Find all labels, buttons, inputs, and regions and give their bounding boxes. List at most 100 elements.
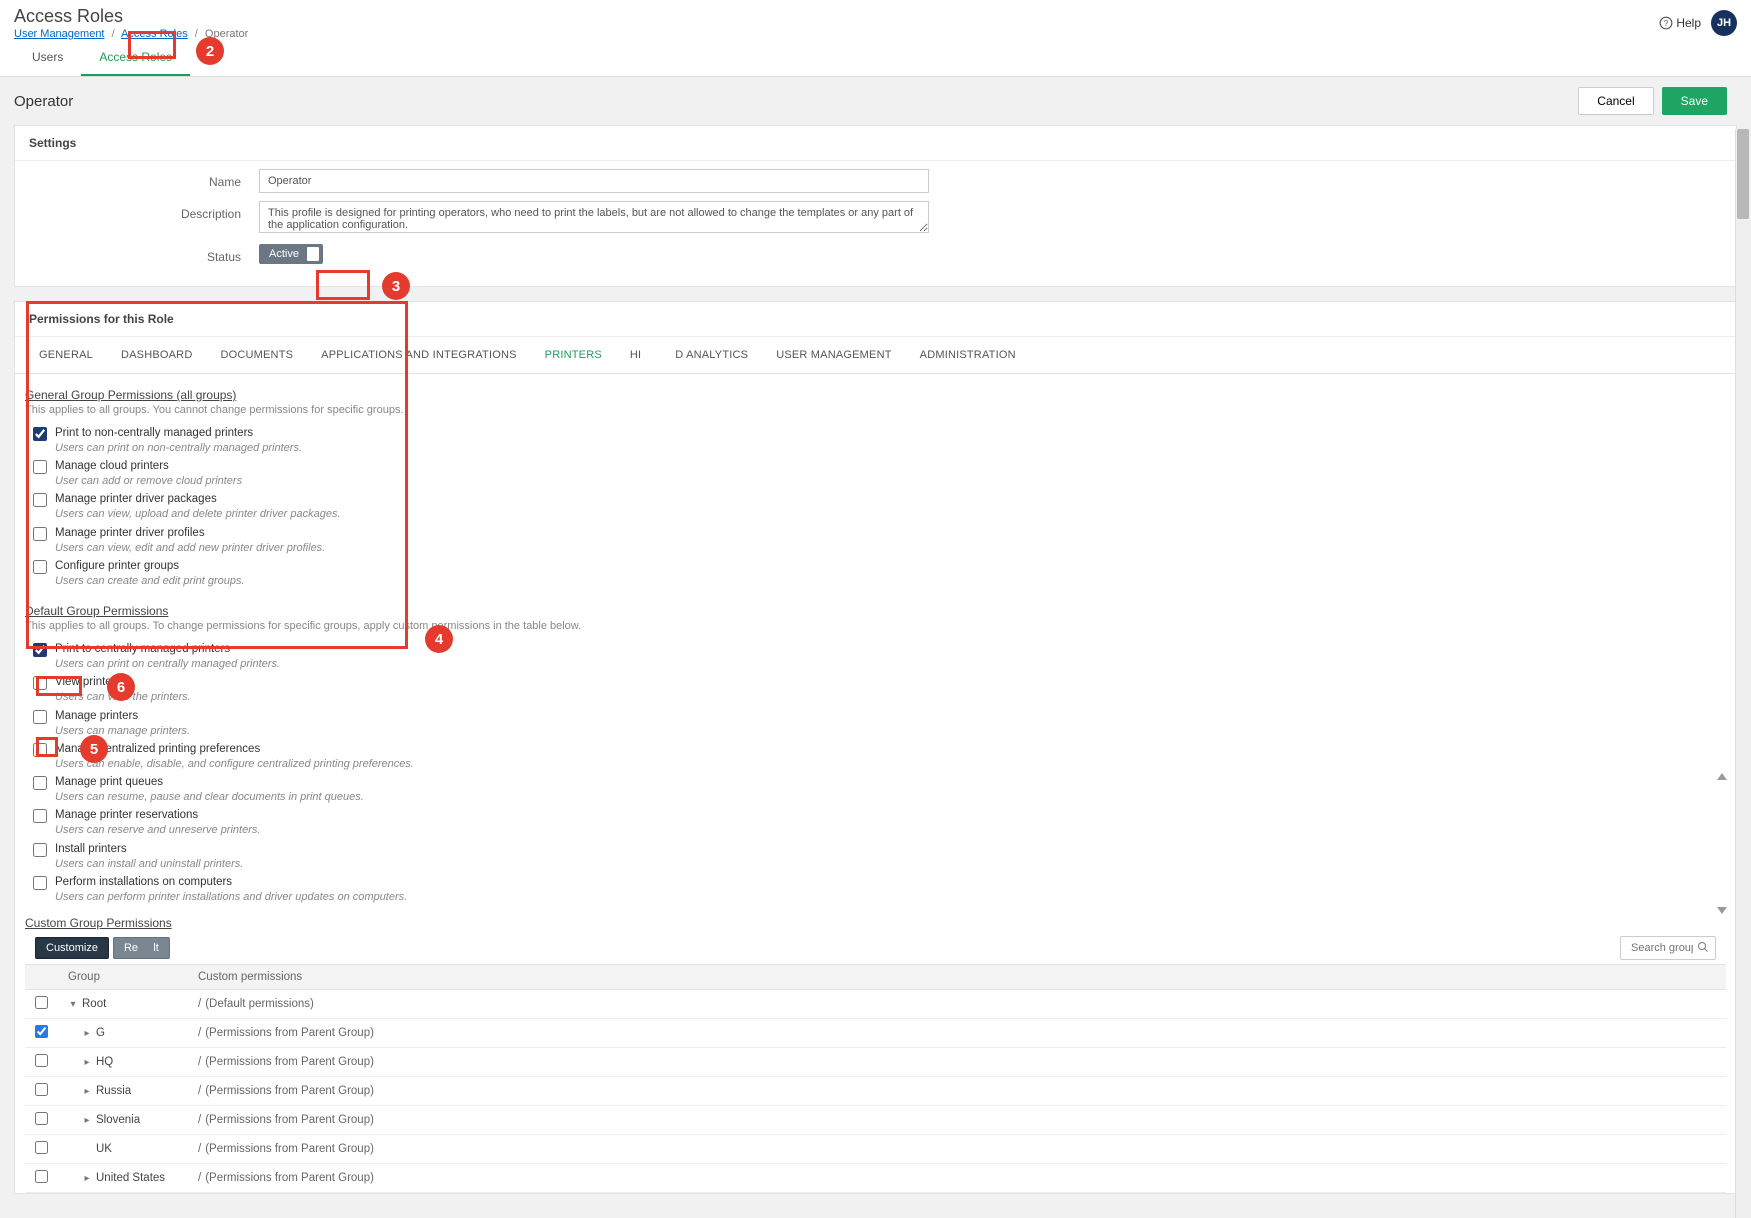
tree-toggle-icon[interactable]: ▾	[68, 999, 78, 1010]
cgp-title: Custom Group Permissions	[25, 916, 172, 930]
dgp-item: Perform installations on computersUsers …	[25, 873, 1726, 906]
description-input[interactable]: This profile is designed for printing op…	[259, 201, 929, 233]
ggp-checkbox[interactable]	[33, 427, 47, 441]
table-row[interactable]: ▸Slovenia/(Permissions from Parent Group…	[25, 1106, 1726, 1135]
dgp-desc: Users can install and uninstall printers…	[55, 857, 243, 871]
permissions-panel-header: Permissions for this Role	[15, 302, 1736, 337]
avatar[interactable]: JH	[1711, 10, 1737, 36]
tab-access-roles[interactable]: Access Roles	[81, 42, 190, 76]
dgp-checkbox[interactable]	[33, 776, 47, 790]
dgp-checkbox[interactable]	[33, 809, 47, 823]
group-search[interactable]	[1620, 936, 1716, 960]
name-label: Name	[29, 169, 259, 189]
ggp-checkbox[interactable]	[33, 493, 47, 507]
row-permission-text: (Permissions from Parent Group)	[205, 1085, 374, 1097]
default-group-permissions: Default Group Permissions This applies t…	[25, 604, 1726, 906]
ggp-item: Manage printer driver packagesUsers can …	[25, 490, 1726, 523]
row-permission-text: (Permissions from Parent Group)	[205, 1056, 374, 1068]
ggp-desc: Users can view, edit and add new printer…	[55, 541, 325, 555]
dgp-desc: Users can resume, pause and clear docume…	[55, 790, 364, 804]
row-checkbox[interactable]	[35, 1025, 48, 1038]
dgp-desc: Users can manage printers.	[55, 724, 190, 738]
breadcrumb-user-management[interactable]: User Management	[14, 28, 105, 40]
inner-scroll-up-icon[interactable]	[1717, 773, 1727, 780]
general-group-permissions: General Group Permissions (all groups) T…	[25, 388, 1726, 590]
group-name: Root	[82, 998, 106, 1010]
tree-toggle-icon[interactable]: ▸	[82, 1086, 92, 1097]
custom-group-permissions: Custom Group Permissions Customize Re lt	[25, 916, 1726, 1193]
breadcrumb-access-roles[interactable]: Access Roles	[121, 28, 188, 40]
tab-general[interactable]: GENERAL	[25, 337, 107, 373]
group-name: Slovenia	[96, 1114, 140, 1126]
row-checkbox[interactable]	[35, 1112, 48, 1125]
group-name: G	[96, 1027, 105, 1039]
row-permission-text: (Default permissions)	[205, 998, 314, 1010]
row-checkbox[interactable]	[35, 996, 48, 1009]
scrollbar-thumb[interactable]	[1737, 129, 1749, 219]
status-toggle[interactable]: Active	[259, 244, 323, 264]
vertical-scrollbar[interactable]	[1735, 129, 1751, 1218]
tree-toggle-icon[interactable]: ▸	[82, 1115, 92, 1126]
table-row[interactable]: ▸United States/(Permissions from Parent …	[25, 1164, 1726, 1193]
group-name: UK	[96, 1143, 112, 1155]
reset-default-button[interactable]: Re lt	[113, 937, 170, 959]
tree-toggle-icon[interactable]: ▸	[82, 1173, 92, 1184]
save-button[interactable]: Save	[1662, 87, 1727, 115]
dgp-label: Perform installations on computers	[55, 875, 407, 890]
dgp-label: Manage printer reservations	[55, 808, 260, 823]
dgp-checkbox[interactable]	[33, 876, 47, 890]
help-link[interactable]: ? Help	[1659, 16, 1701, 30]
dgp-desc: Users can enable, disable, and configure…	[55, 757, 414, 771]
table-row[interactable]: ▸Russia/(Permissions from Parent Group)	[25, 1077, 1726, 1106]
page-title: Access Roles	[14, 6, 248, 27]
inner-scroll-down-icon[interactable]	[1717, 907, 1727, 914]
dgp-checkbox[interactable]	[33, 843, 47, 857]
dgp-checkbox[interactable]	[33, 643, 47, 657]
name-input[interactable]	[259, 169, 929, 193]
tab-printers[interactable]: PRINTERS	[531, 337, 616, 373]
tab-user-management[interactable]: USER MANAGEMENT	[762, 337, 905, 373]
table-row[interactable]: ▾Root/(Default permissions)	[25, 990, 1726, 1019]
tab-history-analytics-left[interactable]: HI	[616, 337, 645, 373]
ggp-desc: User can add or remove cloud printers	[55, 474, 242, 488]
row-permission-text: (Permissions from Parent Group)	[205, 1114, 374, 1126]
ggp-label: Manage cloud printers	[55, 459, 242, 474]
ggp-checkbox[interactable]	[33, 527, 47, 541]
row-checkbox[interactable]	[35, 1141, 48, 1154]
top-bar: Access Roles User Management / Access Ro…	[0, 0, 1751, 40]
dgp-desc: Users can print on centrally managed pri…	[55, 657, 280, 671]
description-label: Description	[29, 201, 259, 221]
dgp-checkbox[interactable]	[33, 743, 47, 757]
ggp-sub: This applies to all groups. You cannot c…	[25, 404, 1726, 416]
row-checkbox[interactable]	[35, 1170, 48, 1183]
cancel-button[interactable]: Cancel	[1578, 87, 1653, 115]
tab-documents[interactable]: DOCUMENTS	[206, 337, 307, 373]
ggp-item: Manage printer driver profilesUsers can …	[25, 524, 1726, 557]
table-row[interactable]: ▸HQ/(Permissions from Parent Group)	[25, 1048, 1726, 1077]
group-name: Russia	[96, 1085, 131, 1097]
dgp-item: Manage printersUsers can manage printers…	[25, 707, 1726, 740]
group-search-input[interactable]	[1627, 937, 1697, 959]
tab-users[interactable]: Users	[14, 42, 81, 76]
ggp-item: Print to non-centrally managed printersU…	[25, 424, 1726, 457]
row-checkbox[interactable]	[35, 1054, 48, 1067]
tree-toggle-icon[interactable]: ▸	[82, 1057, 92, 1068]
col-group: Group	[58, 965, 188, 990]
customize-button[interactable]: Customize	[35, 937, 109, 959]
table-row[interactable]: ▸G/(Permissions from Parent Group)	[25, 1019, 1726, 1048]
ggp-desc: Users can create and edit print groups.	[55, 574, 245, 588]
breadcrumb-current: Operator	[205, 28, 248, 40]
dgp-checkbox[interactable]	[33, 710, 47, 724]
tab-administration[interactable]: ADMINISTRATION	[906, 337, 1030, 373]
tab-dashboard[interactable]: DASHBOARD	[107, 337, 206, 373]
dgp-item: Manage print queuesUsers can resume, pau…	[25, 773, 1726, 806]
ggp-item: Manage cloud printersUser can add or rem…	[25, 457, 1726, 490]
ggp-checkbox[interactable]	[33, 460, 47, 474]
table-row[interactable]: UK/(Permissions from Parent Group)	[25, 1135, 1726, 1164]
ggp-checkbox[interactable]	[33, 560, 47, 574]
row-checkbox[interactable]	[35, 1083, 48, 1096]
tab-history-analytics-right[interactable]: D ANALYTICS	[645, 337, 762, 373]
ggp-desc: Users can print on non-centrally managed…	[55, 441, 302, 455]
tab-apps-integrations[interactable]: APPLICATIONS AND INTEGRATIONS	[307, 337, 530, 373]
dgp-checkbox[interactable]	[33, 676, 47, 690]
